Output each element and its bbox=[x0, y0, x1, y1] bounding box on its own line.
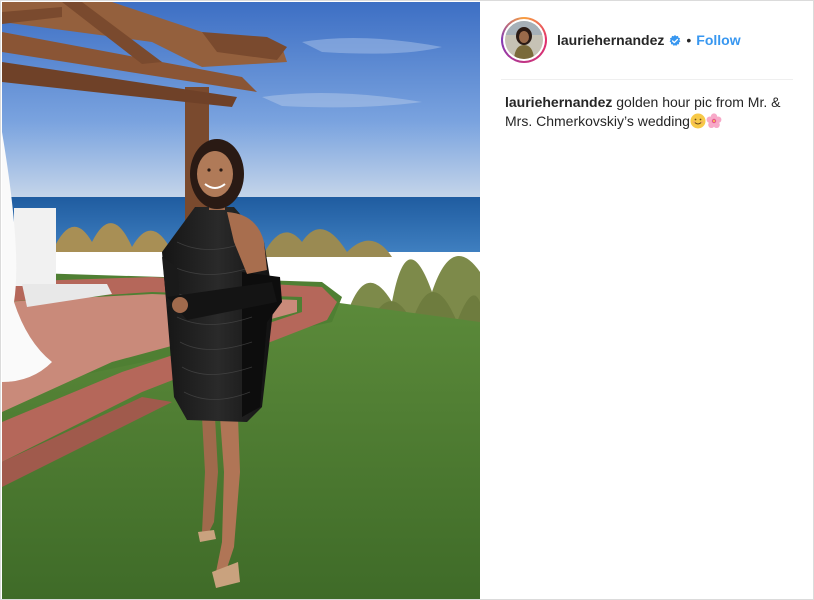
smiling-face-icon bbox=[690, 113, 706, 129]
post-header: lauriehernandez • Follow bbox=[501, 15, 793, 65]
instagram-post-embed: lauriehernandez • Follow lauriehernandez… bbox=[0, 0, 814, 600]
post-photo[interactable] bbox=[2, 2, 480, 599]
username-link[interactable]: lauriehernandez bbox=[557, 32, 664, 48]
avatar[interactable] bbox=[505, 21, 543, 59]
avatar-story-ring[interactable] bbox=[501, 17, 547, 63]
avatar-image bbox=[505, 21, 543, 59]
header-separator: • bbox=[686, 32, 692, 48]
follow-button[interactable]: Follow bbox=[696, 32, 740, 48]
cherry-blossom-icon bbox=[706, 113, 722, 129]
post-caption: lauriehernandez golden hour pic from Mr.… bbox=[505, 93, 797, 131]
header-divider bbox=[501, 79, 793, 80]
avatar-ring-gap bbox=[503, 19, 545, 61]
post-side-panel: lauriehernandez • Follow lauriehernandez… bbox=[481, 1, 813, 599]
caption-username-link[interactable]: lauriehernandez bbox=[505, 94, 612, 110]
verified-badge-icon bbox=[669, 34, 681, 46]
photo-scene bbox=[2, 2, 480, 599]
